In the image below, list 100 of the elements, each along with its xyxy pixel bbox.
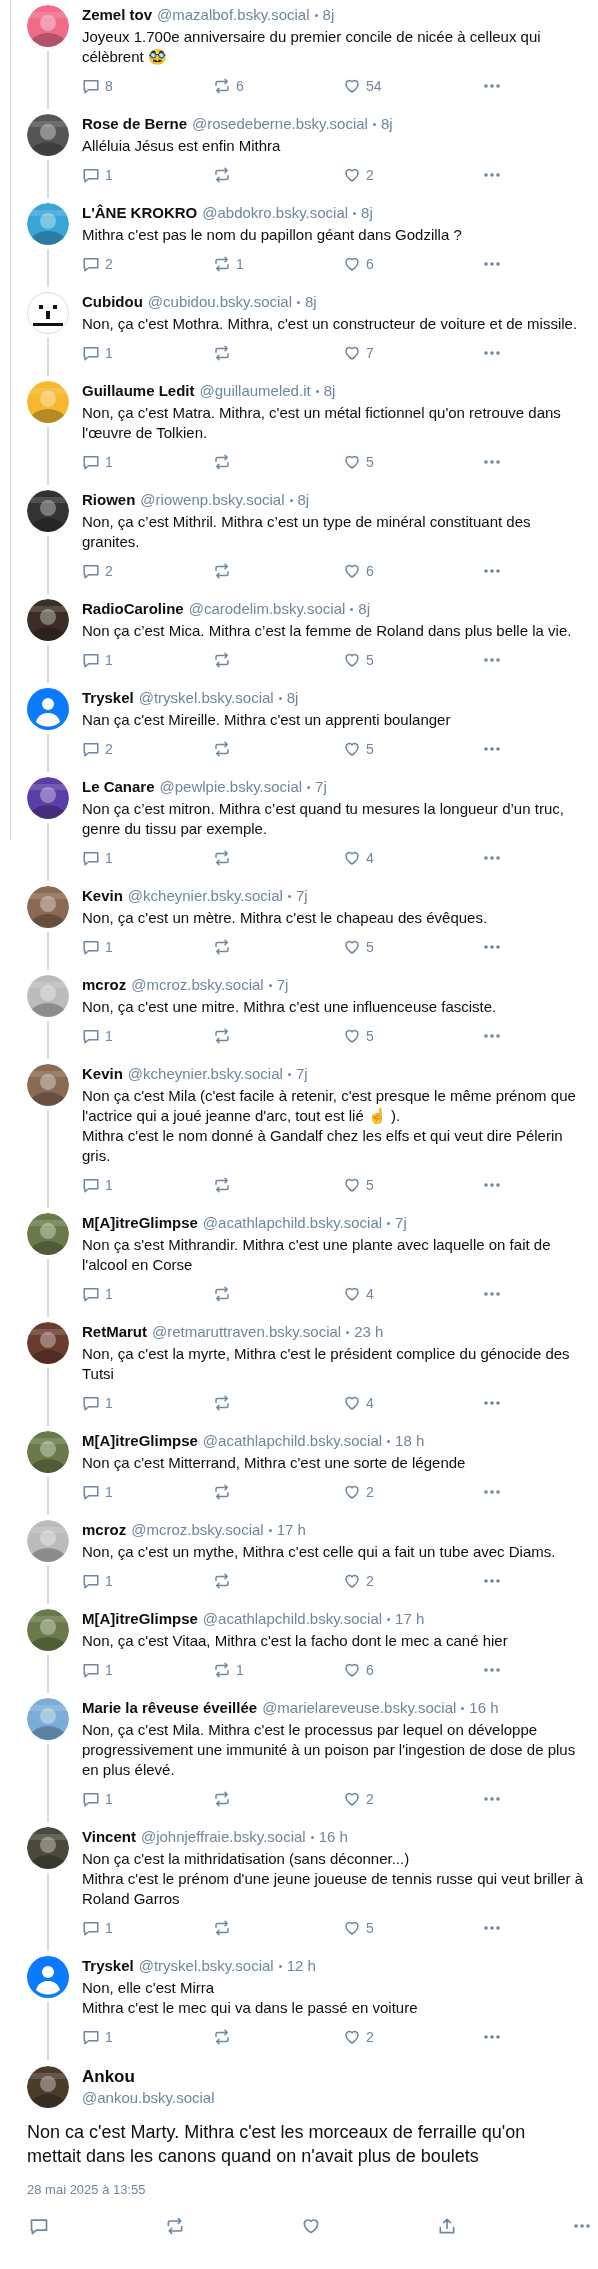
post-text: Alléluia Jésus est enfin Mithra [82,136,282,156]
author-name[interactable]: Tryskel [82,1956,134,1976]
reply-button[interactable]: 1 [82,1391,213,1415]
repost-button[interactable]: 1 [213,1658,343,1682]
author-name[interactable]: RadioCaroline [82,599,184,619]
author-name[interactable]: Marie la rêveuse éveillée [82,1698,258,1718]
like-button[interactable]: 7 [343,341,483,365]
author-handle[interactable]: @mcroz.bsky.social [131,975,264,995]
post-time: 8j [286,688,299,708]
reply-button[interactable]: 2 [82,559,213,583]
post-text: Non, ça c’est Mithril. Mithra c’est un type de minéral constituant des granites. [82,512,532,552]
author-handle[interactable]: @marielareveuse.bsky.social [262,1698,457,1718]
author-handle[interactable]: @mcroz.bsky.social [131,1520,264,1540]
author-name[interactable]: mcroz [82,975,127,995]
reply-button[interactable]: 1 [82,1658,213,1682]
reply-button[interactable]: 1 [82,1173,213,1197]
author-name[interactable]: M[A]itreGlimpse [82,1213,198,1233]
reply-button[interactable]: 1 [82,450,213,474]
reply-button[interactable]: 1 [82,648,213,672]
like-button[interactable]: 2 [343,1480,483,1504]
author-handle[interactable]: @guillaumeled.it [199,381,311,401]
reply-button[interactable]: 1 [82,2025,213,2049]
post-text: Non ça c'est Mila (c'est facile à retenir, c'est presque le même prénom que l'actrice qui a joué jeanne d'arc, tout est lié ☝ ). Mithra c'est le nom donné à Gandalf chez les elfs et qui veut dire Pélerin gris. [82,1086,577,1166]
like-button[interactable]: 5 [343,935,483,959]
like-button[interactable]: 5 [343,450,483,474]
author-handle[interactable]: @acathlapchild.bsky.social [202,1431,383,1451]
like-button[interactable]: 6 [343,252,483,276]
author-handle[interactable]: @mazalbof.bsky.social [157,5,310,25]
reply-button[interactable]: 1 [82,846,213,870]
post-time: 12 h [286,1956,316,1976]
reply-button[interactable]: 1 [82,1480,213,1504]
author-name[interactable]: Rose de Berne [82,114,188,134]
like-button[interactable]: 4 [343,1282,483,1306]
repost-button[interactable]: 1 [213,252,343,276]
reply-button[interactable]: 1 [82,341,213,365]
author-name[interactable]: M[A]itreGlimpse [82,1609,198,1629]
author-handle[interactable]: @kcheynier.bsky.social [127,1064,283,1084]
post-date: 28 mai 2025 à 13:55 [27,2181,147,2199]
like-button[interactable]: 5 [343,1024,483,1048]
post-time: 7j [295,1064,308,1084]
like-button[interactable]: 6 [343,1658,483,1682]
author-handle[interactable]: @tryskel.bsky.social [138,688,274,708]
post-time: 18 h [395,1431,425,1451]
author-name[interactable]: Riowen [82,490,136,510]
author-handle[interactable]: @cubidou.bsky.social [147,292,292,312]
author-handle[interactable]: @retmaruttraven.bsky.social [152,1322,342,1342]
like-button[interactable]: 2 [343,1569,483,1593]
author-name[interactable]: Le Canare [82,777,155,797]
author-handle[interactable]: @ankou.bsky.social [82,2088,215,2108]
reply-button[interactable]: 1 [82,935,213,959]
like-button[interactable]: 54 [343,74,483,98]
author-handle[interactable]: @acathlapchild.bsky.social [202,1609,383,1629]
author-name[interactable]: M[A]itreGlimpse [82,1431,198,1451]
post-text: Non, ça c'est un mythe, Mithra c'est celle qui a fait un tube avec Diams. [82,1542,557,1562]
author-name[interactable]: mcroz [82,1520,127,1540]
like-button[interactable]: 5 [343,1173,483,1197]
author-handle[interactable]: @riowenp.bsky.social [140,490,285,510]
reply-button[interactable]: 1 [82,163,213,187]
like-button[interactable]: 4 [343,1391,483,1415]
author-handle[interactable]: @abdokro.bsky.social [202,203,349,223]
post-time: 17 h [395,1609,425,1629]
repost-button[interactable]: 6 [213,74,343,98]
like-button[interactable]: 5 [343,648,483,672]
post-time: 8j [323,381,336,401]
post-text: Non, elle c'est Mirra Mithra c'est le mec qui va dans le passé en voiture [82,1978,419,2018]
author-handle[interactable]: @acathlapchild.bsky.social [202,1213,383,1233]
like-button[interactable]: 5 [343,1916,483,1940]
author-handle[interactable]: @pewlpie.bsky.social [159,777,303,797]
reply-button[interactable]: 1 [82,1024,213,1048]
author-handle[interactable]: @tryskel.bsky.social [138,1956,274,1976]
reply-button[interactable]: 1 [82,1569,213,1593]
like-button[interactable]: 5 [343,737,483,761]
author-name[interactable]: RetMarut [82,1322,147,1342]
like-button[interactable]: 2 [343,163,483,187]
author-name[interactable]: Vincent [82,1827,136,1847]
author-name[interactable]: L'ÂNE KROKRO [82,203,198,223]
author-name[interactable]: Ankou [82,2066,215,2088]
author-name[interactable]: Kevin [82,1064,123,1084]
post-text: Joyeux 1.700e anniversaire du premier concile de nicée à celleux qui célèbrent 🥸 [82,27,542,67]
post-text: Nan ça c'est Mireille. Mithra c'est un apprenti boulanger [82,710,452,730]
author-name[interactable]: Zemel tov [82,5,153,25]
like-button[interactable]: 6 [343,559,483,583]
author-name[interactable]: Tryskel [82,688,134,708]
reply-button[interactable]: 2 [82,737,213,761]
reply-button[interactable]: 1 [82,1787,213,1811]
reply-button[interactable]: 1 [82,1282,213,1306]
like-button[interactable]: 2 [343,2025,483,2049]
author-name[interactable]: Cubidou [82,292,143,312]
author-name[interactable]: Guillaume Ledit [82,381,195,401]
reply-button[interactable]: 2 [82,252,213,276]
author-name[interactable]: Kevin [82,886,123,906]
author-handle[interactable]: @rosedeberne.bsky.social [192,114,368,134]
post-time: 16 h [318,1827,348,1847]
like-button[interactable]: 4 [343,846,483,870]
author-handle[interactable]: @johnjeffraie.bsky.social [140,1827,306,1847]
author-handle[interactable]: @carodelim.bsky.social [188,599,346,619]
reply-button[interactable]: 1 [82,1916,213,1940]
like-button[interactable]: 2 [343,1787,483,1811]
author-handle[interactable]: @kcheynier.bsky.social [127,886,283,906]
reply-button[interactable]: 8 [82,74,213,98]
